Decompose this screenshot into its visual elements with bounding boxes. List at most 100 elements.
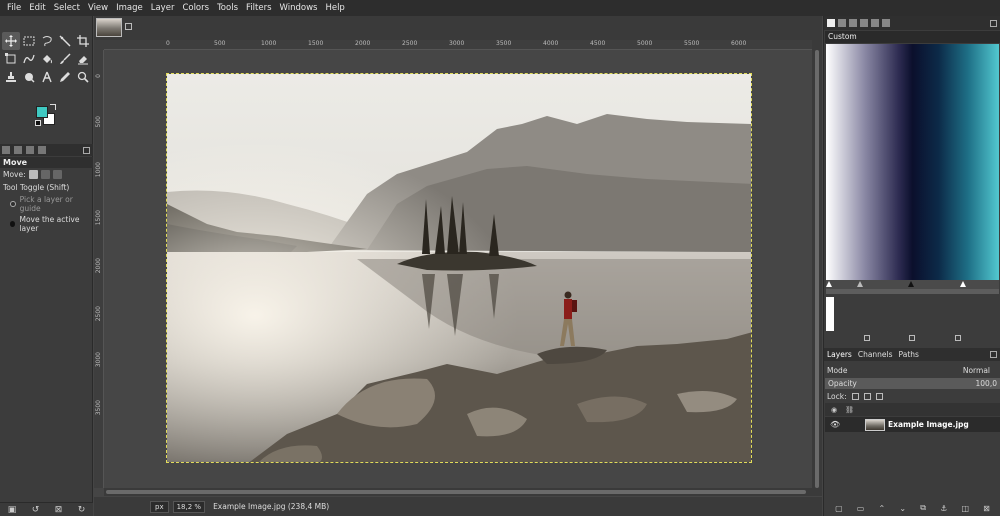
gradient-color-swatch[interactable] <box>826 297 834 331</box>
warp-transform-icon[interactable] <box>20 50 38 68</box>
swap-colors-icon[interactable] <box>50 104 56 110</box>
new-group-icon[interactable]: ▭ <box>857 504 865 513</box>
document-history-tab-icon[interactable] <box>860 19 868 27</box>
gradients-tab-icon[interactable] <box>871 19 879 27</box>
color-picker-icon[interactable] <box>56 68 74 86</box>
menu-view[interactable]: View <box>84 3 112 13</box>
menu-help[interactable]: Help <box>321 3 348 13</box>
gradient-stops-bar[interactable] <box>826 280 999 289</box>
menu-image[interactable]: Image <box>112 3 147 13</box>
move-tool-icon[interactable] <box>2 32 20 50</box>
vertical-scrollbar[interactable] <box>812 40 822 496</box>
dock-menu-icon[interactable] <box>990 19 997 27</box>
default-colors-icon[interactable] <box>35 120 41 126</box>
zoom-all-icon[interactable] <box>955 335 962 341</box>
patterns-tab-icon[interactable] <box>838 19 846 27</box>
visibility-header-icon[interactable]: ◉ <box>831 406 837 414</box>
menu-tools[interactable]: Tools <box>213 3 242 13</box>
fuzzy-select-icon[interactable] <box>56 32 74 50</box>
delete-layer-icon[interactable]: ⊠ <box>983 504 990 513</box>
brushes-tab-icon[interactable] <box>827 19 835 27</box>
gradient-preview[interactable] <box>826 44 999 280</box>
add-mask-icon[interactable]: ◫ <box>961 504 969 513</box>
free-select-icon[interactable] <box>38 32 56 50</box>
scroll-thumb[interactable] <box>106 490 806 494</box>
unit-select[interactable]: px <box>150 500 169 513</box>
smudge-icon[interactable] <box>20 68 38 86</box>
lower-layer-icon[interactable]: ⌄ <box>899 504 906 513</box>
new-layer-icon[interactable]: ▢ <box>835 504 843 513</box>
move-path-mode-icon[interactable] <box>52 170 62 179</box>
gradient-scrollbar[interactable] <box>826 289 999 294</box>
tab-paths[interactable]: Paths <box>899 350 919 359</box>
fg-bg-colors[interactable] <box>33 104 61 132</box>
eye-icon[interactable]: 👁 <box>830 420 850 429</box>
clone-icon[interactable] <box>2 68 20 86</box>
menu-edit[interactable]: Edit <box>25 3 49 13</box>
reset-options-icon[interactable]: ↻ <box>78 505 86 515</box>
tab-channels[interactable]: Channels <box>858 350 893 359</box>
zoom-out-icon[interactable] <box>863 335 870 341</box>
fonts-tab-icon[interactable] <box>849 19 857 27</box>
lock-position-icon[interactable] <box>863 392 871 400</box>
crop-icon[interactable] <box>74 32 92 50</box>
gradient-stop[interactable] <box>857 281 863 287</box>
opacity-slider[interactable]: Opacity 100,0 <box>825 378 1000 389</box>
lock-alpha-icon[interactable] <box>875 392 883 400</box>
layer-name[interactable]: Example Image.jpg <box>888 420 969 429</box>
landscape-photo[interactable] <box>167 74 752 463</box>
undo-history-tab-icon[interactable] <box>26 146 34 154</box>
vertical-ruler[interactable]: 0 500 1000 1500 2000 2500 3000 3500 <box>94 50 104 488</box>
horizontal-ruler[interactable]: 0 500 1000 1500 2000 2500 3000 3500 4000… <box>104 40 812 50</box>
delete-options-icon[interactable]: ⊠ <box>55 505 63 515</box>
close-tab-icon[interactable] <box>125 23 132 30</box>
save-options-icon[interactable]: ▣ <box>8 505 17 515</box>
gradient-stop[interactable] <box>908 281 914 287</box>
menu-select[interactable]: Select <box>50 3 84 13</box>
move-layer-mode-icon[interactable] <box>28 170 38 179</box>
opacity-value[interactable]: 100,0 <box>976 379 997 388</box>
tool-options-tab-icon[interactable] <box>2 146 10 154</box>
zoom-select[interactable]: 18,2 % <box>172 500 206 513</box>
radio-dot-selected[interactable] <box>10 221 16 227</box>
paintbrush-icon[interactable] <box>56 50 74 68</box>
gradient-stop[interactable] <box>826 281 832 287</box>
duplicate-layer-icon[interactable]: ⧉ <box>920 503 926 513</box>
image-canvas[interactable] <box>166 73 752 463</box>
anchor-layer-icon[interactable]: ⚓ <box>940 504 947 513</box>
gradient-stop[interactable] <box>960 281 966 287</box>
pick-layer-radio[interactable]: Pick a layer or guide <box>0 194 93 214</box>
gradient-editor-tab-icon[interactable] <box>882 19 890 27</box>
menu-file[interactable]: File <box>3 3 25 13</box>
text-icon[interactable] <box>38 68 56 86</box>
zoom-icon[interactable] <box>74 68 92 86</box>
scroll-thumb[interactable] <box>815 50 819 488</box>
eraser-icon[interactable] <box>74 50 92 68</box>
lock-pixels-icon[interactable] <box>851 392 859 400</box>
chain-header-icon[interactable]: ⛓ <box>845 406 854 414</box>
horizontal-scrollbar[interactable] <box>104 488 812 496</box>
dock-menu-icon[interactable] <box>83 146 90 154</box>
raise-layer-icon[interactable]: ⌃ <box>879 504 886 513</box>
layer-row[interactable]: 👁 Example Image.jpg <box>825 417 1000 432</box>
paint-bucket-icon[interactable] <box>38 50 56 68</box>
menu-filters[interactable]: Filters <box>242 3 275 13</box>
foreground-color-swatch[interactable] <box>36 106 48 118</box>
move-active-layer-radio[interactable]: Move the active layer <box>0 214 93 234</box>
zoom-in-icon[interactable] <box>909 335 916 341</box>
restore-options-icon[interactable]: ↺ <box>32 505 40 515</box>
unified-transform-icon[interactable] <box>2 50 20 68</box>
menu-windows[interactable]: Windows <box>276 3 322 13</box>
images-tab-icon[interactable] <box>38 146 46 154</box>
move-selection-mode-icon[interactable] <box>40 170 50 179</box>
dock-menu-icon[interactable] <box>990 351 997 358</box>
ruler-corner[interactable] <box>94 40 104 50</box>
device-status-tab-icon[interactable] <box>14 146 22 154</box>
radio-dot[interactable] <box>10 201 16 207</box>
rect-select-icon[interactable] <box>20 32 38 50</box>
mode-select[interactable]: Normal <box>963 366 990 375</box>
menu-colors[interactable]: Colors <box>178 3 213 13</box>
tab-layers[interactable]: Layers <box>827 350 852 359</box>
image-tab-thumbnail[interactable] <box>96 18 122 37</box>
menu-layer[interactable]: Layer <box>147 3 179 13</box>
